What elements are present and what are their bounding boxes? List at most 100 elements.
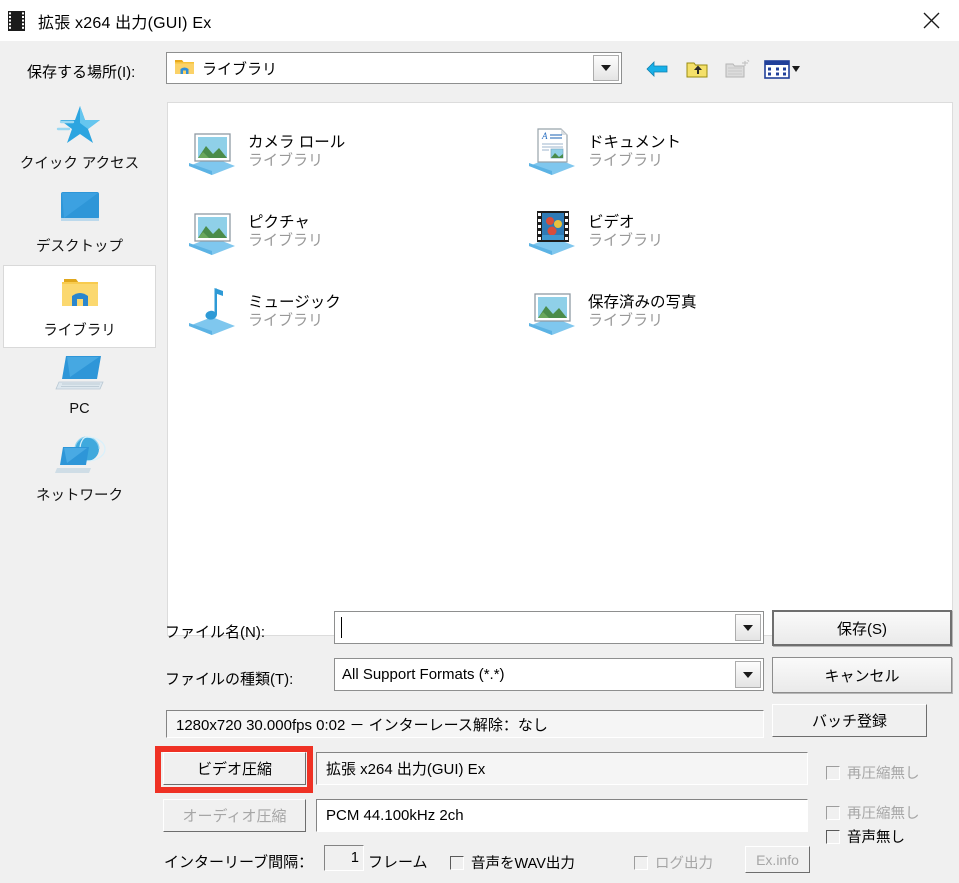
wav-output-checkbox[interactable]: 音声をWAV出力 (450, 852, 575, 873)
interleave-unit: フレーム (368, 854, 428, 871)
list-item[interactable]: カメラ ロール ライブラリ (176, 121, 526, 183)
no-recompress-video-label: 再圧縮無し (847, 766, 920, 782)
audio-codec-field[interactable]: PCM 44.100kHz 2ch (316, 799, 808, 832)
document-library-icon: A (516, 123, 588, 181)
save-button-label: 保存(S) (837, 620, 887, 638)
list-item-sub: ライブラリ (248, 312, 324, 330)
sidebar-item-network[interactable]: ネットワーク (3, 431, 156, 514)
cancel-button[interactable]: キャンセル (772, 657, 952, 693)
video-compress-button[interactable]: ビデオ圧縮 (163, 752, 306, 785)
cancel-button-label: キャンセル (824, 667, 900, 685)
up-folder-icon (686, 62, 708, 78)
library-folder-icon (174, 58, 195, 79)
no-recompress-audio-label: 再圧縮無し (847, 806, 920, 822)
sidebar-item-quick-access[interactable]: クイック アクセス (3, 99, 156, 182)
checkbox-box (634, 855, 648, 870)
list-item-name: ビデオ (588, 213, 635, 231)
wav-output-label: 音声をWAV出力 (471, 856, 575, 872)
audio-compress-label: オーディオ圧縮 (182, 808, 287, 825)
lookin-label: 保存する場所(I): (27, 64, 136, 81)
interleave-value: 1 (350, 850, 359, 866)
close-icon (923, 12, 939, 29)
video-library-icon (516, 203, 588, 261)
checkbox-box[interactable] (826, 829, 840, 844)
lookin-combobox[interactable]: ライブラリ (166, 52, 622, 84)
chevron-down-icon (743, 624, 753, 631)
list-item-name: ピクチャ (248, 213, 310, 231)
filetype-value: All Support Formats (*.*) (342, 666, 505, 683)
no-recompress-video-checkbox: 再圧縮無し (826, 762, 920, 783)
interleave-input[interactable]: 1 (324, 845, 364, 871)
svg-text:A: A (541, 131, 548, 141)
list-item[interactable]: ミュージック ライブラリ (176, 281, 526, 343)
sidebar-item-label: ネットワーク (36, 488, 123, 504)
video-codec-value: 拡張 x264 出力(GUI) Ex (326, 761, 486, 778)
picture-library-icon (176, 123, 248, 181)
star-icon (55, 99, 105, 151)
views-icon (764, 60, 800, 79)
list-item[interactable]: A ドキュメント ライブラリ (516, 121, 866, 183)
sidebar-item-desktop[interactable]: デスクトップ (3, 182, 156, 265)
filetype-combobox[interactable]: All Support Formats (*.*) (334, 658, 764, 691)
back-arrow-icon (646, 61, 668, 77)
sidebar-item-label: ライブラリ (43, 323, 116, 339)
filetype-dropdown-arrow[interactable] (735, 661, 761, 688)
checkbox-box (826, 765, 840, 780)
interleave-label: インターリーブ間隔： (164, 854, 314, 871)
lookin-row: 保存する場所(I): ライブラリ (0, 52, 959, 94)
list-item-sub: ライブラリ (588, 312, 664, 330)
lookin-dropdown-arrow[interactable] (593, 55, 619, 81)
places-sidebar: クイック アクセス デスクトップ ライブラリ PC ネットワーク (0, 99, 160, 544)
film-strip-icon (6, 10, 28, 32)
video-info-text: 1280x720 30.000fps 0:02 － インターレース解除：なし (176, 716, 548, 734)
views-button[interactable] (763, 56, 801, 82)
list-item-sub: ライブラリ (248, 152, 324, 170)
no-audio-checkbox[interactable]: 音声無し (826, 826, 905, 847)
list-item[interactable]: ピクチャ ライブラリ (176, 201, 526, 263)
picture-library-icon (176, 203, 248, 261)
batch-register-button[interactable]: バッチ登録 (772, 704, 927, 737)
checkbox-box (826, 805, 840, 820)
window-title: 拡張 x264 出力(GUI) Ex (38, 14, 212, 32)
list-item-name: カメラ ロール (248, 133, 346, 151)
navigation-toolbar (643, 54, 801, 84)
list-item-name: ミュージック (248, 293, 341, 311)
file-list-panel[interactable]: カメラ ロール ライブラリ A ドキュメント ライブラリ ピクチャ ライブラリ … (167, 102, 953, 636)
music-library-icon (176, 283, 248, 341)
list-item-sub: ライブラリ (588, 152, 664, 170)
text-caret (341, 617, 342, 638)
up-folder-button[interactable] (683, 56, 711, 82)
sidebar-item-label: クイック アクセス (19, 156, 140, 172)
new-folder-icon (725, 59, 750, 78)
picture-library-icon (516, 283, 588, 341)
log-output-checkbox: ログ出力 (634, 852, 713, 873)
video-info-bar: 1280x720 30.000fps 0:02 － インターレース解除：なし (166, 710, 764, 738)
close-button[interactable] (903, 0, 959, 41)
back-button[interactable] (643, 56, 671, 82)
audio-compress-button: オーディオ圧縮 (163, 799, 306, 832)
sidebar-item-libraries[interactable]: ライブラリ (3, 265, 156, 348)
ex-info-label: Ex.info (756, 851, 799, 868)
lookin-value: ライブラリ (202, 60, 278, 78)
list-item[interactable]: ビデオ ライブラリ (516, 201, 866, 263)
sidebar-item-pc[interactable]: PC (3, 348, 156, 431)
no-recompress-audio-checkbox: 再圧縮無し (826, 802, 920, 823)
video-codec-field[interactable]: 拡張 x264 出力(GUI) Ex (316, 752, 808, 785)
desktop-icon (54, 182, 106, 234)
batch-register-label: バッチ登録 (811, 713, 887, 730)
ex-info-button: Ex.info (745, 846, 810, 873)
checkbox-box[interactable] (450, 855, 464, 870)
title-bar: 拡張 x264 出力(GUI) Ex (0, 0, 959, 41)
list-item-name: ドキュメント (588, 133, 682, 151)
pc-icon (53, 348, 107, 400)
network-icon (53, 431, 107, 483)
filename-input[interactable] (334, 611, 764, 644)
filename-dropdown-arrow[interactable] (735, 614, 761, 641)
list-item[interactable]: 保存済みの写真 ライブラリ (516, 281, 866, 343)
no-audio-label: 音声無し (847, 830, 905, 846)
save-button[interactable]: 保存(S) (772, 610, 952, 646)
chevron-down-icon (601, 65, 611, 71)
list-item-sub: ライブラリ (248, 232, 324, 250)
list-item-sub: ライブラリ (588, 232, 664, 250)
list-item-name: 保存済みの写真 (588, 293, 697, 311)
